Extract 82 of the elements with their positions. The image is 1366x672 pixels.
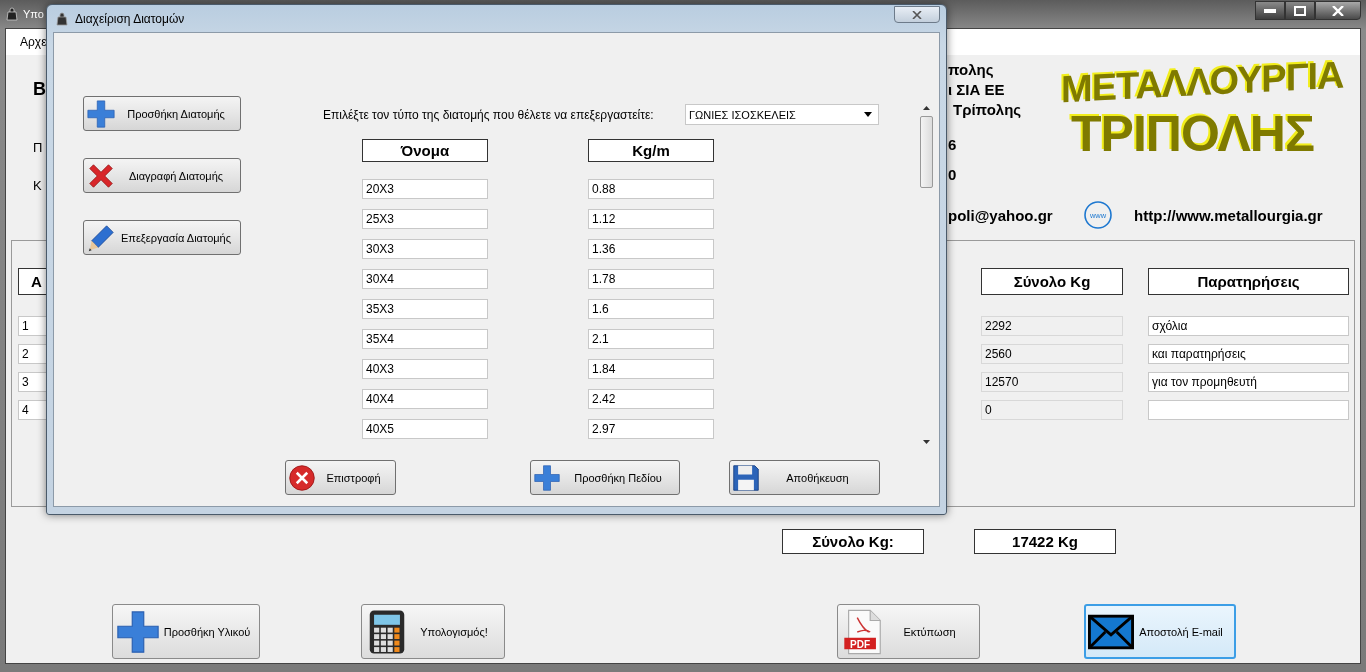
column-header: Παρατηρήσεις xyxy=(1148,268,1349,295)
total-kg-field: 2560 xyxy=(981,344,1123,364)
row-number-field[interactable]: 3 xyxy=(18,372,47,392)
side-button[interactable]: Προσθήκη Διατομής xyxy=(83,96,241,131)
action-button[interactable]: Αποστολή E-mail xyxy=(1084,604,1236,659)
column-header: Όνομα xyxy=(362,139,488,162)
dropdown-arrow-icon xyxy=(864,112,872,117)
side-button[interactable]: Επεξεργασία Διατομής xyxy=(83,220,241,255)
info-text: Τρίπολης xyxy=(952,100,1023,120)
close-button[interactable] xyxy=(1315,1,1361,20)
kg-per-m-field[interactable]: 2.42 xyxy=(588,389,714,409)
type-label: Επιλέξτε τον τύπο της διατομής που θέλετε να επεξεργαστείτε: xyxy=(323,107,654,122)
total-label: Σύνολο Kg: xyxy=(782,529,924,554)
notes-field[interactable]: για τον προμηθευτή xyxy=(1148,372,1349,392)
dialog-button[interactable]: Αποθήκευση xyxy=(729,460,880,495)
info-text: 6 xyxy=(948,135,958,155)
window-title: Υπο xyxy=(23,8,44,20)
scroll-thumb[interactable] xyxy=(920,116,933,188)
name-field[interactable]: 35X4 xyxy=(362,329,488,349)
column-header: Σύνολο Kg xyxy=(981,268,1123,295)
total-kg-field: 12570 xyxy=(981,372,1123,392)
website-link[interactable]: http://www.metallourgia.gr xyxy=(1134,206,1323,224)
logo-text: ΤΡΙΠΟΛΗΣ xyxy=(1071,109,1314,159)
side-button[interactable]: Διαγραφή Διατομής xyxy=(83,158,241,193)
kg-per-m-field[interactable]: 1.78 xyxy=(588,269,714,289)
logo-text: ΜΕΤΑΛΛΟΥΡΓΙΑ xyxy=(1061,55,1344,109)
kg-per-m-field[interactable]: 2.1 xyxy=(588,329,714,349)
close-icon xyxy=(1332,5,1344,16)
name-field[interactable]: 40X5 xyxy=(362,419,488,439)
scroll-down-icon xyxy=(923,440,930,444)
kg-per-m-field[interactable]: 1.12 xyxy=(588,209,714,229)
kg-per-m-field[interactable]: 1.36 xyxy=(588,239,714,259)
name-field[interactable]: 25X3 xyxy=(362,209,488,229)
plus-icon xyxy=(115,608,161,655)
dialog-button[interactable]: Επιστροφή xyxy=(285,460,396,495)
action-button[interactable]: PDF Εκτύπωση xyxy=(837,604,980,659)
kg-per-m-field[interactable]: 2.97 xyxy=(588,419,714,439)
type-dropdown[interactable]: ΓΩΝΙΕΣ ΙΣΟΣΚΕΛΕΙΣ xyxy=(685,104,879,125)
info-text: Κ xyxy=(33,178,42,193)
bag-icon xyxy=(55,11,69,26)
name-field[interactable]: 20X3 xyxy=(362,179,488,199)
name-field[interactable]: 35X3 xyxy=(362,299,488,319)
total-kg-field: 2292 xyxy=(981,316,1123,336)
row-number-field[interactable]: 4 xyxy=(18,400,47,420)
notes-field[interactable] xyxy=(1148,400,1349,420)
info-text: ι ΣΙΑ ΕΕ xyxy=(948,80,1006,100)
bag-icon xyxy=(5,7,19,21)
cancel-icon xyxy=(288,463,316,492)
info-text: Π xyxy=(33,140,43,155)
column-header: Α xyxy=(18,268,47,295)
total-value: 17422 Kg xyxy=(974,529,1116,554)
scroll-up-icon xyxy=(923,106,930,110)
name-field[interactable]: 30X3 xyxy=(362,239,488,259)
row-number-field[interactable]: 1 xyxy=(18,316,47,336)
notes-field[interactable]: σχόλια xyxy=(1148,316,1349,336)
info-text: πολης xyxy=(948,60,995,80)
menu-item[interactable]: Αρχε xyxy=(20,35,47,49)
row-number-field[interactable]: 2 xyxy=(18,344,47,364)
name-field[interactable]: 40X4 xyxy=(362,389,488,409)
kg-per-m-field[interactable]: 1.84 xyxy=(588,359,714,379)
name-field[interactable]: 30X4 xyxy=(362,269,488,289)
action-button[interactable]: Προσθήκη Υλικού xyxy=(112,604,260,659)
dialog-title: Διαχείριση Διατομών xyxy=(75,11,185,26)
maximize-button[interactable] xyxy=(1285,1,1315,20)
name-field[interactable]: 40X3 xyxy=(362,359,488,379)
maximize-icon xyxy=(1294,5,1306,16)
column-header: Kg/m xyxy=(588,139,714,162)
plus-icon xyxy=(86,98,116,129)
notes-field[interactable]: και παρατηρήσεις xyxy=(1148,344,1349,364)
action-button[interactable]: Υπολογισμός! xyxy=(361,604,505,659)
info-text: 0 xyxy=(948,165,958,185)
kg-per-m-field[interactable]: 1.6 xyxy=(588,299,714,319)
dialog-button[interactable]: Προσθήκη Πεδίου xyxy=(530,460,680,495)
pencil-icon xyxy=(86,222,116,253)
info-text: Β xyxy=(33,79,46,100)
minimize-button[interactable] xyxy=(1255,1,1285,20)
plus-icon xyxy=(533,463,561,492)
total-kg-field: 0 xyxy=(981,400,1123,420)
email-text: poli@yahoo.gr xyxy=(948,206,1054,224)
minimize-icon xyxy=(1264,8,1276,13)
close-icon xyxy=(912,10,922,19)
kg-per-m-field[interactable]: 0.88 xyxy=(588,179,714,199)
